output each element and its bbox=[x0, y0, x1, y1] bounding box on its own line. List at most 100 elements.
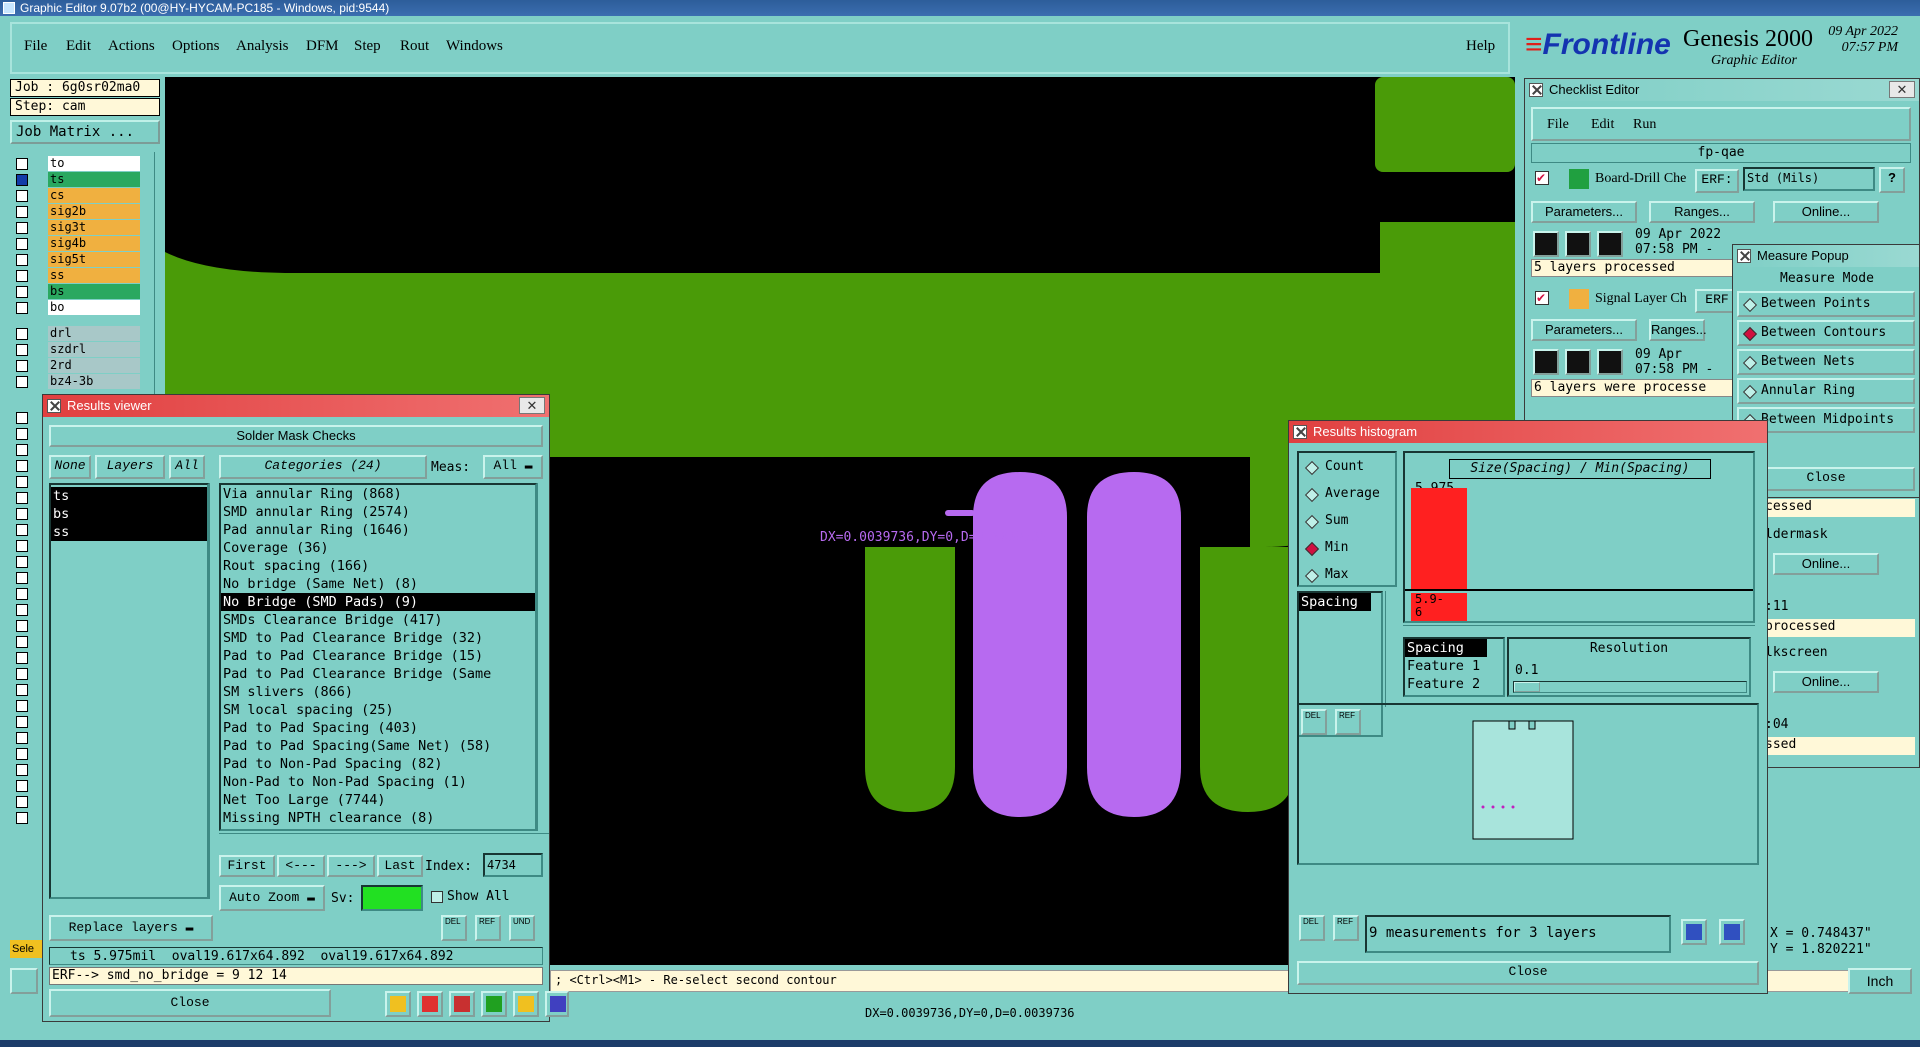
checklist-menu-file[interactable]: File bbox=[1547, 117, 1569, 133]
layer-row[interactable]: bz4-3b bbox=[10, 374, 150, 390]
next-button[interactable]: ---> bbox=[327, 855, 375, 877]
run-icon[interactable] bbox=[1533, 349, 1559, 375]
layer-checkbox[interactable] bbox=[16, 780, 28, 792]
layer-name[interactable]: 2rd bbox=[48, 358, 140, 373]
erf-button[interactable]: ERF: bbox=[1695, 169, 1739, 193]
meas-dropdown[interactable]: All ▬ bbox=[483, 455, 543, 479]
layers-button[interactable]: Layers bbox=[95, 455, 165, 479]
resolution-slider[interactable] bbox=[1513, 681, 1747, 693]
category-item[interactable]: Pad to Pad Spacing (403) bbox=[221, 719, 535, 737]
units-button[interactable]: Inch bbox=[1848, 968, 1912, 994]
layer-checkbox[interactable] bbox=[16, 684, 28, 696]
last-button[interactable]: Last bbox=[377, 855, 423, 877]
layer-checkbox[interactable] bbox=[16, 270, 28, 282]
category-item[interactable]: No bridge (Same Net) (8) bbox=[221, 575, 535, 593]
run-icon[interactable] bbox=[1533, 231, 1559, 257]
category-list[interactable]: Via annular Ring (868) SMD annular Ring (… bbox=[219, 483, 537, 831]
menu-rout[interactable]: Rout bbox=[400, 38, 429, 55]
layer-checkbox[interactable] bbox=[16, 492, 28, 504]
layer-result-list[interactable]: ts bs ss bbox=[49, 483, 209, 899]
category-item[interactable]: Pad to Non-Pad Spacing (82) bbox=[221, 755, 535, 773]
select-tool-icon[interactable] bbox=[10, 968, 38, 994]
layer-name[interactable]: sig5t bbox=[48, 252, 140, 267]
layer-name[interactable]: ss bbox=[48, 268, 140, 283]
layer-name[interactable]: sig3t bbox=[48, 220, 140, 235]
layer-checkbox[interactable] bbox=[16, 376, 28, 388]
layer-name[interactable]: to bbox=[48, 156, 140, 171]
run-icon[interactable] bbox=[1565, 231, 1591, 257]
category-item[interactable]: Coverage (36) bbox=[221, 539, 535, 557]
category-scrollbar[interactable] bbox=[537, 483, 549, 831]
index-field[interactable]: 4734 bbox=[483, 853, 543, 877]
category-item[interactable]: Via annular Ring (868) bbox=[221, 485, 535, 503]
menu-edit[interactable]: Edit bbox=[66, 38, 91, 55]
layer-name[interactable]: bz4-3b bbox=[48, 374, 140, 389]
layer-checkbox[interactable] bbox=[16, 302, 28, 314]
layer-row[interactable]: sig2b bbox=[10, 204, 150, 220]
export-icon[interactable] bbox=[481, 991, 507, 1017]
ranges-button[interactable]: Ranges... bbox=[1649, 201, 1755, 223]
del-icon[interactable]: DEL bbox=[441, 915, 467, 941]
run-icon[interactable] bbox=[1565, 349, 1591, 375]
menu-options[interactable]: Options bbox=[172, 38, 220, 55]
layer-checkbox[interactable] bbox=[16, 344, 28, 356]
item-checkbox[interactable]: ✔ bbox=[1535, 291, 1549, 305]
category-item[interactable]: Pad to Pad Spacing(Same Net) (58) bbox=[221, 737, 535, 755]
menu-file[interactable]: File bbox=[24, 38, 47, 55]
layer-name[interactable]: szdrl bbox=[48, 342, 140, 357]
layer-row[interactable]: szdrl bbox=[10, 342, 150, 358]
job-matrix-button[interactable]: Job Matrix ... bbox=[10, 120, 160, 144]
help-button[interactable]: ? bbox=[1879, 167, 1905, 193]
layer-checkbox[interactable] bbox=[16, 508, 28, 520]
none-button[interactable]: None bbox=[49, 455, 91, 479]
layer-name[interactable]: sig4b bbox=[48, 236, 140, 251]
layer-checkbox[interactable] bbox=[16, 444, 28, 456]
category-item[interactable]: Rout spacing (166) bbox=[221, 557, 535, 575]
category-item[interactable]: Net Too Large (7744) bbox=[221, 791, 535, 809]
layer-name[interactable]: cs bbox=[48, 188, 140, 203]
prev-button[interactable]: <--- bbox=[277, 855, 325, 877]
histogram-close-button[interactable]: Close bbox=[1297, 961, 1759, 985]
category-item[interactable]: SMD to Pad Clearance Bridge (32) bbox=[221, 629, 535, 647]
layer-checkbox[interactable] bbox=[16, 764, 28, 776]
run-icon[interactable] bbox=[1597, 349, 1623, 375]
chart-hscrollbar[interactable] bbox=[1403, 625, 1755, 635]
report-icon[interactable] bbox=[513, 991, 539, 1017]
layer-checkbox[interactable] bbox=[16, 556, 28, 568]
attr-scrollbar[interactable] bbox=[1385, 591, 1397, 707]
layer-name[interactable]: bs bbox=[48, 284, 140, 299]
layer-checkbox[interactable] bbox=[16, 174, 28, 186]
delete-icon[interactable] bbox=[417, 991, 443, 1017]
layer-checkbox[interactable] bbox=[16, 222, 28, 234]
del-icon[interactable]: DEL bbox=[1299, 915, 1325, 941]
layer-row[interactable]: sig5t bbox=[10, 252, 150, 268]
layer-checkbox[interactable] bbox=[16, 158, 28, 170]
category-item[interactable]: SM local spacing (25) bbox=[221, 701, 535, 719]
close-button[interactable]: Close bbox=[49, 989, 331, 1017]
all-button[interactable]: All bbox=[169, 455, 205, 479]
menu-dfm[interactable]: DFM bbox=[306, 38, 339, 55]
chart-icon[interactable] bbox=[545, 991, 569, 1017]
layer-checkbox[interactable] bbox=[16, 620, 28, 632]
layer-checkbox[interactable] bbox=[16, 588, 28, 600]
attr-feature-list[interactable]: Spacing Feature 1 Feature 2 bbox=[1403, 637, 1505, 697]
layer-checkbox[interactable] bbox=[16, 668, 28, 680]
layer-name[interactable]: bo bbox=[48, 300, 140, 315]
layer-name[interactable]: drl bbox=[48, 326, 140, 341]
layer-checkbox[interactable] bbox=[16, 540, 28, 552]
histogram-view-icon[interactable] bbox=[1681, 919, 1707, 945]
close-icon[interactable]: ✕ bbox=[519, 397, 545, 414]
category-item[interactable]: Non-Pad to Non-Pad Spacing (1) bbox=[221, 773, 535, 791]
measure-mode-option[interactable]: Between Points bbox=[1737, 291, 1915, 317]
layer-row[interactable]: ss bbox=[10, 268, 150, 284]
measure-mode-option[interactable]: Annular Ring bbox=[1737, 378, 1915, 404]
menu-help[interactable]: Help bbox=[1466, 38, 1495, 55]
layer-row[interactable]: sig3t bbox=[10, 220, 150, 236]
layer-name[interactable]: ts bbox=[48, 172, 140, 187]
layer-checkbox[interactable] bbox=[16, 412, 28, 424]
category-item[interactable]: Pad annular Ring (1646) bbox=[221, 521, 535, 539]
category-item[interactable]: SMDs Clearance Bridge (417) bbox=[221, 611, 535, 629]
auto-zoom-dropdown[interactable]: Auto Zoom ▬ bbox=[219, 885, 325, 911]
histogram-export-icon[interactable] bbox=[1719, 919, 1745, 945]
category-item[interactable]: SM slivers (866) bbox=[221, 683, 535, 701]
